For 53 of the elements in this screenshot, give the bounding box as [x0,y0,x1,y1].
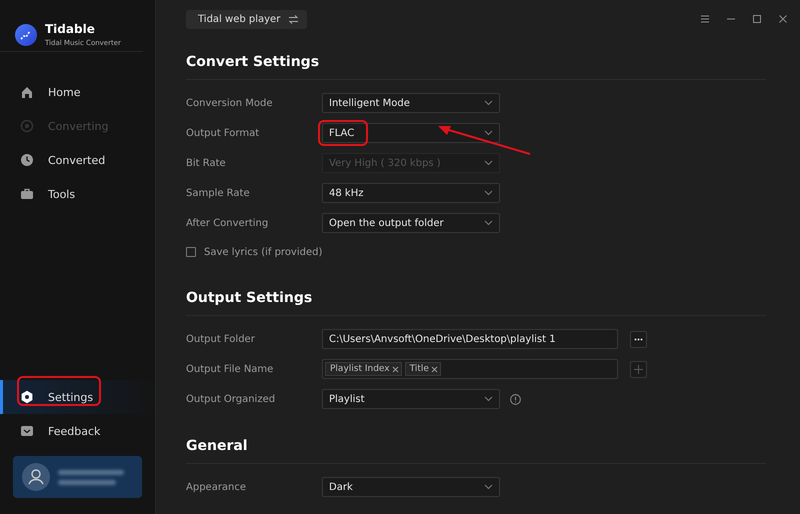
dropdown[interactable]: FLAC [322,123,500,143]
checkbox[interactable] [186,247,196,257]
close-icon[interactable] [430,366,438,372]
tag-chip: Playlist Index [325,362,402,376]
folder-path-field[interactable]: C:\Users\Anvsoft\OneDrive\Desktop\playlist 1 [322,329,618,349]
source-button[interactable]: Tidal web player [186,10,308,28]
app-name: Tidable [45,22,96,36]
chevron-down-icon [484,130,493,136]
converting-icon [20,119,34,133]
plus-icon [634,364,643,374]
section-title: Convert Settings [186,52,766,80]
field-label: After Converting [186,218,270,228]
app-logo [15,24,37,46]
tag-chip: Title [404,362,441,376]
field-label: Conversion Mode [186,98,274,108]
info-icon[interactable] [510,394,521,404]
chevron-down-icon [484,484,493,490]
chevron-down-icon [484,160,493,166]
avatar-icon [22,463,50,491]
dropdown[interactable]: Playlist [322,389,500,409]
dropdown[interactable]: Intelligent Mode [322,93,500,113]
section-title: General [186,436,766,464]
dropdown[interactable]: Open the output folder [322,213,500,233]
chevron-down-icon [484,220,493,226]
home-icon [20,85,34,99]
mail-icon [20,424,34,438]
close-icon[interactable] [392,366,399,372]
field-label: Output Organized [186,394,276,404]
checkbox-label: Save lyrics (if provided) [204,246,322,258]
field-label: Output File Name [186,364,274,374]
toolbox-icon [20,187,34,201]
nav-item[interactable]: Home [0,75,155,109]
chevron-down-icon [484,396,493,402]
settings-icon [20,390,34,404]
chevron-down-icon [484,190,493,196]
section-title: Output Settings [186,288,766,316]
browse-button[interactable] [630,330,647,348]
dropdown[interactable]: Dark [322,477,500,497]
chevron-down-icon [484,100,493,106]
nav-item[interactable]: Converted [0,143,155,177]
nav-item[interactable]: Feedback [0,414,155,448]
field-label: Bit Rate [186,158,227,168]
blurred-account-text [58,470,124,484]
clock-icon [20,153,34,167]
dropdown[interactable]: 48 kHz [322,183,500,203]
field-label: Output Folder [186,334,256,344]
nav-item[interactable]: Tools [0,177,155,211]
swap-icon [288,14,300,24]
maximize-icon[interactable] [750,12,764,26]
field-label: Appearance [186,482,248,492]
field-label: Output Format [186,128,260,138]
file-name-field[interactable]: Playlist Index Title [322,359,618,379]
field-label: Sample Rate [186,188,251,198]
